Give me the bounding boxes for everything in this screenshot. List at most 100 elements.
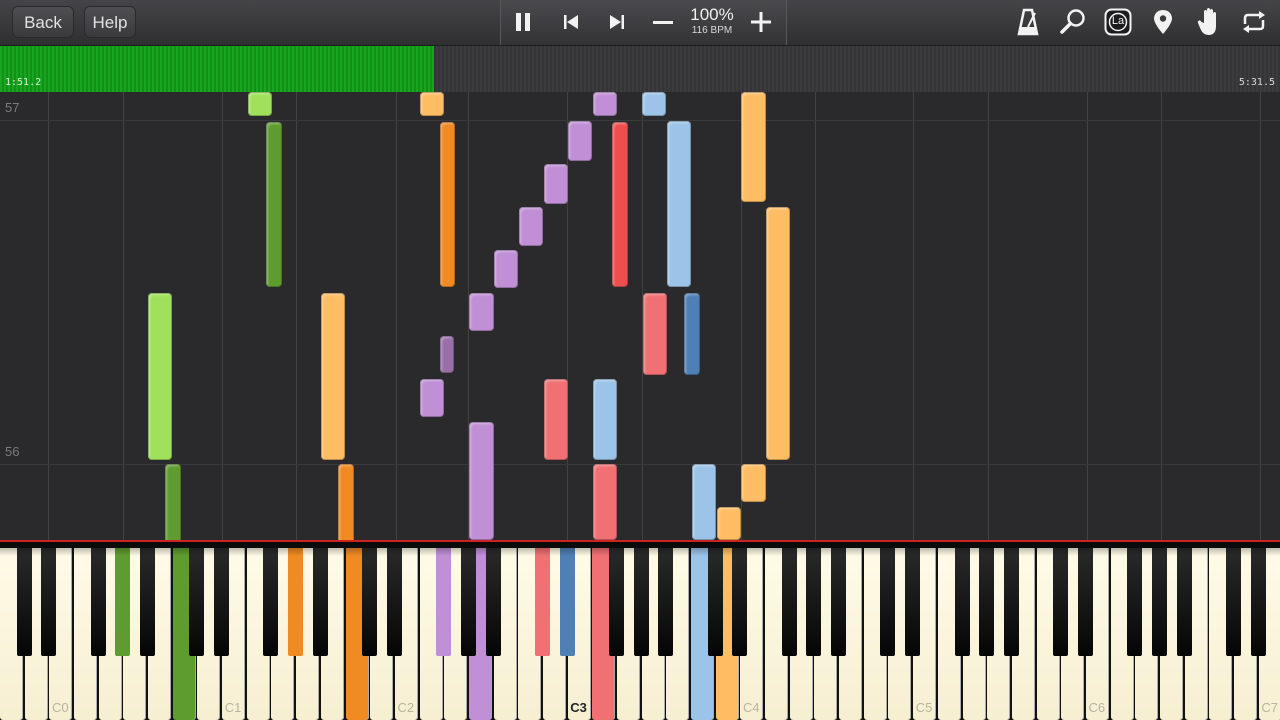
black-key[interactable]: [707, 548, 723, 656]
toolbar: Back Help 100% 116 BPM La: [0, 0, 1280, 46]
note-bar: [684, 293, 700, 375]
black-key[interactable]: [485, 548, 501, 656]
note-bar: [440, 336, 454, 373]
octave-label: C5: [915, 700, 933, 715]
black-key[interactable]: [1176, 548, 1192, 656]
note-bar: [519, 207, 543, 246]
black-key[interactable]: [1151, 548, 1167, 656]
octave-label: C1: [224, 700, 242, 715]
note-bar: [544, 164, 568, 204]
note-bar: [420, 379, 444, 417]
black-key[interactable]: [189, 548, 205, 656]
octave-label: C4: [743, 700, 760, 715]
note-bar: [593, 464, 617, 540]
black-key[interactable]: [831, 548, 847, 656]
grid-line: [396, 92, 397, 540]
note-bar: [568, 121, 592, 161]
black-key[interactable]: [362, 548, 378, 656]
note-bar: [248, 92, 272, 116]
note-label-icon[interactable]: La: [1104, 8, 1132, 36]
octave-label: C2: [397, 700, 415, 715]
grid-line: [1161, 92, 1162, 540]
grid-line: [815, 92, 816, 540]
piano-keyboard: C0 C1 C2 C3 C4 C5 C6 C7: [0, 540, 1280, 720]
note-bar: [692, 464, 716, 540]
black-key[interactable]: [534, 548, 550, 656]
black-key[interactable]: [1127, 548, 1143, 656]
black-key[interactable]: [633, 548, 649, 656]
speed-bpm: 116 BPM: [691, 25, 733, 36]
note-bar: [667, 121, 691, 287]
black-key[interactable]: [905, 548, 921, 656]
playback-controls: [500, 0, 787, 45]
grid-line: [1260, 92, 1261, 540]
minus-icon[interactable]: [652, 13, 674, 31]
black-key[interactable]: [436, 548, 452, 656]
black-key[interactable]: [1053, 548, 1069, 656]
note-bar: [593, 379, 617, 460]
measure-number: 57: [5, 100, 20, 115]
grid-line: [1087, 92, 1088, 540]
note-bar: [741, 464, 766, 502]
black-key[interactable]: [263, 548, 279, 656]
note-bar: [612, 122, 628, 287]
grid-line: [988, 92, 989, 540]
black-key[interactable]: [288, 548, 304, 656]
current-time: 1:51.2: [5, 77, 42, 88]
octave-label: C7: [1261, 700, 1278, 715]
black-key[interactable]: [16, 548, 32, 656]
location-pin-icon[interactable]: [1152, 8, 1174, 36]
octave-label: C0: [52, 700, 69, 715]
black-key[interactable]: [140, 548, 156, 656]
skip-forward-icon[interactable]: [608, 13, 626, 31]
grid-line: [48, 92, 49, 540]
measure-line: [0, 464, 1280, 465]
metronome-icon[interactable]: [1016, 8, 1040, 36]
plus-icon[interactable]: [750, 11, 772, 33]
black-key[interactable]: [214, 548, 230, 656]
speed-display: 100% 116 BPM: [685, 5, 739, 37]
magnifier-icon[interactable]: [1059, 8, 1087, 36]
note-bar: [165, 464, 181, 540]
note-bar: [717, 507, 741, 540]
black-key[interactable]: [609, 548, 624, 656]
note-bar: [642, 92, 666, 116]
black-key[interactable]: [781, 548, 797, 656]
black-key[interactable]: [1250, 548, 1266, 656]
black-key[interactable]: [559, 548, 575, 656]
black-key[interactable]: [979, 548, 995, 656]
pause-icon[interactable]: [514, 12, 532, 32]
hand-icon[interactable]: [1196, 7, 1222, 37]
black-key[interactable]: [1003, 548, 1019, 656]
note-bar: [469, 293, 494, 331]
black-key[interactable]: [658, 548, 674, 656]
black-key[interactable]: [880, 548, 896, 656]
black-key[interactable]: [1077, 548, 1093, 656]
help-button[interactable]: Help: [84, 6, 136, 38]
black-key[interactable]: [115, 548, 131, 656]
black-key[interactable]: [806, 548, 822, 656]
skip-back-icon[interactable]: [562, 13, 580, 31]
black-key[interactable]: [41, 548, 57, 656]
black-key[interactable]: [386, 548, 402, 656]
black-key[interactable]: [312, 548, 328, 656]
black-key[interactable]: [90, 548, 106, 656]
octave-label: C6: [1088, 700, 1106, 715]
octave-label: C3: [570, 700, 587, 715]
timeline-scrubber[interactable]: 1:51.2 5:31.5: [0, 46, 1280, 92]
black-key[interactable]: [954, 548, 970, 656]
black-key[interactable]: [732, 548, 748, 656]
note-bar: [741, 92, 766, 202]
timeline-progress: [0, 46, 434, 92]
note-bar: [338, 464, 354, 540]
loop-icon[interactable]: [1240, 10, 1268, 34]
black-key[interactable]: [1226, 548, 1241, 656]
note-bar: [494, 250, 518, 288]
black-key[interactable]: [460, 548, 476, 656]
note-bar: [420, 92, 444, 116]
grid-line: [222, 92, 223, 540]
grid-line: [913, 92, 914, 540]
grid-line: [296, 92, 297, 540]
back-button[interactable]: Back: [12, 6, 74, 38]
note-bar: [321, 293, 345, 460]
